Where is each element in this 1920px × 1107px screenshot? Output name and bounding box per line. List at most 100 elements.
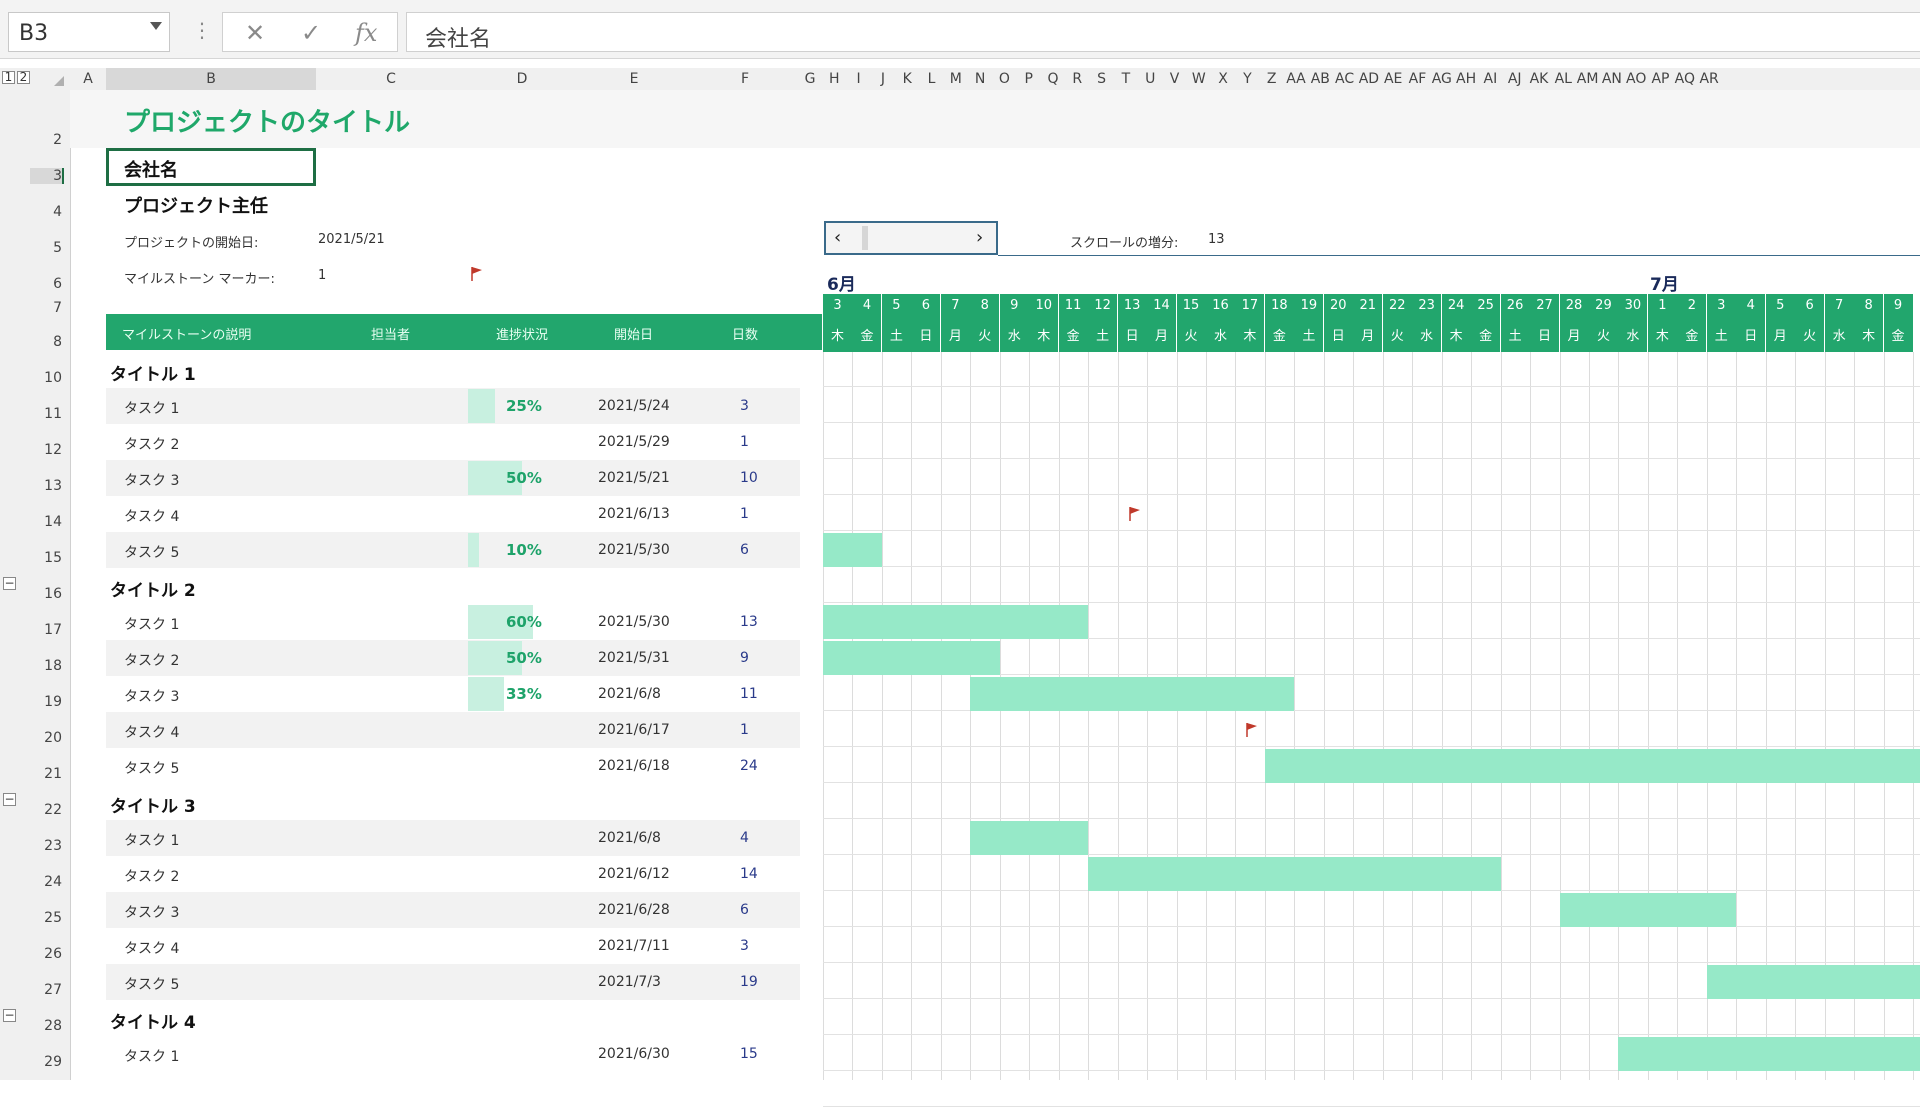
- duration-days[interactable]: 6: [740, 542, 749, 558]
- start-date[interactable]: 2021/5/30: [598, 614, 670, 630]
- col-header[interactable]: J: [871, 68, 895, 90]
- task-name[interactable]: タスク 1: [124, 1046, 179, 1066]
- row-header[interactable]: 21: [30, 766, 62, 782]
- scroll-control[interactable]: ‹ ›: [824, 221, 998, 255]
- start-date[interactable]: 2021/5/31: [598, 650, 670, 666]
- row-header[interactable]: 29: [30, 1054, 62, 1070]
- col-header[interactable]: AQ: [1673, 68, 1697, 90]
- col-header[interactable]: C: [316, 68, 466, 90]
- duration-days[interactable]: 1: [740, 722, 749, 738]
- row-header[interactable]: 6: [30, 276, 62, 292]
- row-header[interactable]: 28: [30, 1018, 62, 1034]
- col-header[interactable]: E: [578, 68, 690, 90]
- col-header[interactable]: AE: [1381, 68, 1405, 90]
- col-header[interactable]: T: [1114, 68, 1138, 90]
- row-header[interactable]: 2: [30, 132, 62, 148]
- start-date[interactable]: 2021/6/18: [598, 758, 670, 774]
- task-name[interactable]: タスク 2: [124, 434, 179, 454]
- task-name[interactable]: タスク 1: [124, 830, 179, 850]
- col-header[interactable]: AK: [1527, 68, 1551, 90]
- row-header[interactable]: 20: [30, 730, 62, 746]
- task-name[interactable]: タスク 5: [124, 758, 179, 778]
- row-header[interactable]: 17: [30, 622, 62, 638]
- insert-function-icon[interactable]: fx: [355, 19, 377, 47]
- col-header[interactable]: AG: [1430, 68, 1454, 90]
- col-header[interactable]: R: [1065, 68, 1089, 90]
- task-name[interactable]: タスク 3: [124, 902, 179, 922]
- task-name[interactable]: タスク 4: [124, 506, 179, 526]
- col-header[interactable]: AP: [1649, 68, 1673, 90]
- col-header[interactable]: H: [822, 68, 846, 90]
- row-header[interactable]: 3: [30, 168, 64, 184]
- row-header[interactable]: 8: [30, 334, 62, 350]
- col-header[interactable]: D: [466, 68, 578, 90]
- col-header[interactable]: G: [798, 68, 822, 90]
- col-header[interactable]: N: [968, 68, 992, 90]
- task-name[interactable]: タスク 3: [124, 470, 179, 490]
- collapse-group-button[interactable]: −: [3, 1009, 16, 1022]
- col-header[interactable]: L: [920, 68, 944, 90]
- row-header[interactable]: 15: [30, 550, 62, 566]
- section-title[interactable]: タイトル 2: [110, 576, 196, 601]
- task-name[interactable]: タスク 4: [124, 938, 179, 958]
- start-date[interactable]: 2021/5/21: [598, 470, 670, 486]
- row-header[interactable]: 24: [30, 874, 62, 890]
- start-date[interactable]: 2021/6/8: [598, 686, 661, 702]
- col-header[interactable]: AB: [1308, 68, 1332, 90]
- row-header[interactable]: 4: [30, 204, 62, 220]
- name-box[interactable]: B3: [8, 12, 170, 52]
- task-name[interactable]: タスク 1: [124, 614, 179, 634]
- chevron-right-icon[interactable]: ›: [976, 227, 983, 248]
- col-header-selected[interactable]: B: [106, 68, 316, 92]
- duration-days[interactable]: 19: [740, 974, 758, 990]
- col-header[interactable]: AN: [1600, 68, 1624, 90]
- task-name[interactable]: タスク 5: [124, 542, 179, 562]
- start-date[interactable]: 2021/7/3: [598, 974, 661, 990]
- section-title[interactable]: タイトル 3: [110, 792, 196, 817]
- task-name[interactable]: タスク 3: [124, 686, 179, 706]
- collapse-group-button[interactable]: −: [3, 577, 16, 590]
- collapse-group-button[interactable]: −: [3, 793, 16, 806]
- col-header[interactable]: AF: [1406, 68, 1430, 90]
- more-vertical-icon[interactable]: ⋮: [192, 18, 212, 42]
- duration-days[interactable]: 1: [740, 434, 749, 450]
- task-name[interactable]: タスク 2: [124, 866, 179, 886]
- col-header[interactable]: AO: [1624, 68, 1648, 90]
- col-header[interactable]: V: [1163, 68, 1187, 90]
- duration-days[interactable]: 10: [740, 470, 758, 486]
- col-header[interactable]: AC: [1333, 68, 1357, 90]
- duration-days[interactable]: 3: [740, 398, 749, 414]
- duration-days[interactable]: 24: [740, 758, 758, 774]
- col-header[interactable]: M: [944, 68, 968, 90]
- section-title[interactable]: タイトル 4: [110, 1008, 196, 1033]
- col-header[interactable]: Q: [1041, 68, 1065, 90]
- outline-level-2[interactable]: 2: [17, 71, 30, 84]
- progress-value[interactable]: 25%: [506, 397, 542, 415]
- col-header[interactable]: F: [690, 68, 800, 90]
- row-header[interactable]: 26: [30, 946, 62, 962]
- row-header[interactable]: 25: [30, 910, 62, 926]
- start-date[interactable]: 2021/6/28: [598, 902, 670, 918]
- col-header[interactable]: AH: [1454, 68, 1478, 90]
- outline-level-1[interactable]: 1: [2, 71, 15, 84]
- start-date[interactable]: 2021/5/30: [598, 542, 670, 558]
- duration-days[interactable]: 14: [740, 866, 758, 882]
- row-header[interactable]: 14: [30, 514, 62, 530]
- start-date[interactable]: 2021/6/30: [598, 1046, 670, 1062]
- progress-value[interactable]: 33%: [506, 685, 542, 703]
- start-date[interactable]: 2021/6/12: [598, 866, 670, 882]
- col-header[interactable]: X: [1211, 68, 1235, 90]
- col-header[interactable]: S: [1090, 68, 1114, 90]
- task-name[interactable]: タスク 4: [124, 722, 179, 742]
- row-header[interactable]: 5: [30, 240, 62, 256]
- duration-days[interactable]: 15: [740, 1046, 758, 1062]
- formula-input[interactable]: 会社名: [406, 12, 1920, 52]
- cancel-icon[interactable]: ✕: [245, 19, 265, 47]
- task-name[interactable]: タスク 2: [124, 650, 179, 670]
- task-name[interactable]: タスク 5: [124, 974, 179, 994]
- col-header[interactable]: O: [992, 68, 1016, 90]
- progress-value[interactable]: 10%: [506, 541, 542, 559]
- scroll-thumb[interactable]: [862, 226, 868, 250]
- col-header[interactable]: Z: [1260, 68, 1284, 90]
- row-header[interactable]: 11: [30, 406, 62, 422]
